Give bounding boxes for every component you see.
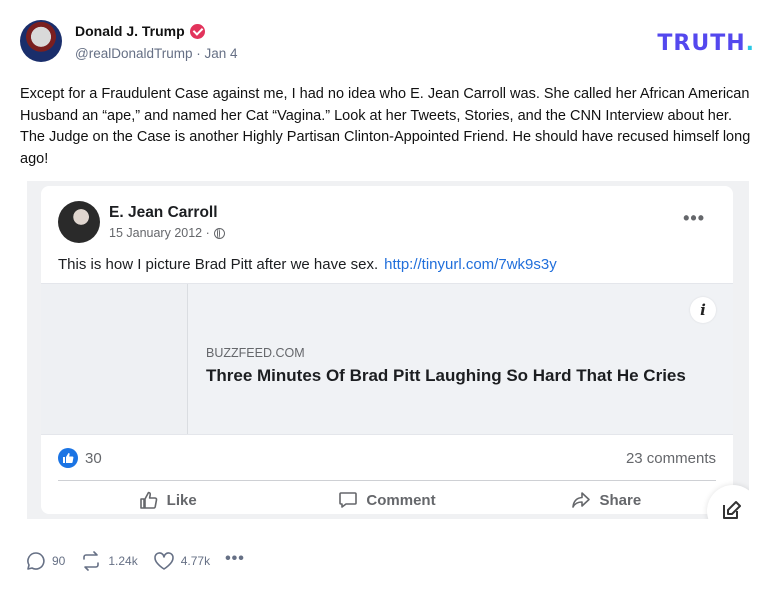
fb-share-action: Share [497,486,716,514]
handle-line: @realDonaldTrump · Jan 4 [75,46,238,61]
embedded-facebook-post: E. Jean Carroll 15 January 2012 · ••• Th… [41,186,733,514]
post-text: Except for a Fraudulent Case against me,… [20,86,751,167]
preview-domain: BUZZFEED.COM [206,346,305,360]
reactions-count: 30 [85,449,102,467]
comment-bubble-icon [339,492,358,508]
separator: · [196,46,201,61]
fb-post-caption: This is how I picture Brad Pitt after we… [58,256,379,273]
reply-count: 90 [52,554,66,568]
fb-post-text: This is how I picture Brad Pitt after we… [58,256,557,273]
post-media-image[interactable]: E. Jean Carroll 15 January 2012 · ••• Th… [27,181,749,519]
fb-share-label: Share [599,491,642,509]
post-date[interactable]: Jan 4 [205,46,238,61]
comments-count: 23 comments [625,450,716,467]
fb-action-bar: Like Comment Share [58,486,716,514]
fb-comment-label: Comment [366,491,436,509]
fb-author-avatar [58,201,100,243]
fb-post-link: http://tinyurl.com/7wk9s3y [384,256,557,273]
reply-icon [27,552,45,570]
like-count: 4.77k [180,554,211,568]
verified-badge-icon [189,23,205,39]
logo-text: TRUTH [657,31,746,56]
preview-thumbnail [41,284,188,434]
fb-like-action: Like [58,486,277,514]
like-button[interactable]: 4.77k [153,551,210,571]
heart-icon [153,552,174,570]
truth-logo[interactable]: TRUTH. [657,31,755,56]
reactions-summary: 30 [58,448,102,468]
info-icon: i [690,297,716,323]
fb-post-date: 15 January 2012 · [109,226,210,240]
more-options-icon: ••• [683,208,705,228]
author-avatar[interactable] [20,20,62,62]
reply-button[interactable]: 90 [26,551,65,571]
more-options-icon[interactable]: ••• [225,550,245,568]
thumbs-up-icon [139,491,157,509]
link-preview: i BUZZFEED.COM Three Minutes Of Brad Pit… [41,283,733,435]
author-handle[interactable]: @realDonaldTrump [75,46,193,61]
fb-comment-action: Comment [277,486,496,514]
author-name[interactable]: Donald J. Trump [75,23,185,39]
fb-author-name: E. Jean Carroll [109,204,218,221]
fb-post-date-row: 15 January 2012 · [109,226,225,240]
share-arrow-icon [572,492,591,508]
author-name-row[interactable]: Donald J. Trump [75,23,205,39]
retruth-count: 1.24k [108,554,138,568]
globe-icon [213,227,225,239]
preview-title: Three Minutes Of Brad Pitt Laughing So H… [206,366,686,385]
like-reaction-icon [58,448,78,468]
retruth-button[interactable]: 1.24k [80,551,138,571]
divider [58,480,716,481]
fb-like-label: Like [166,491,197,509]
engagement-bar: 90 1.24k 4.77k ••• [26,550,245,571]
logo-dot: . [745,31,755,56]
retruth-icon [83,551,100,571]
post-header: Donald J. Trump @realDonaldTrump · Jan 4… [20,20,757,64]
